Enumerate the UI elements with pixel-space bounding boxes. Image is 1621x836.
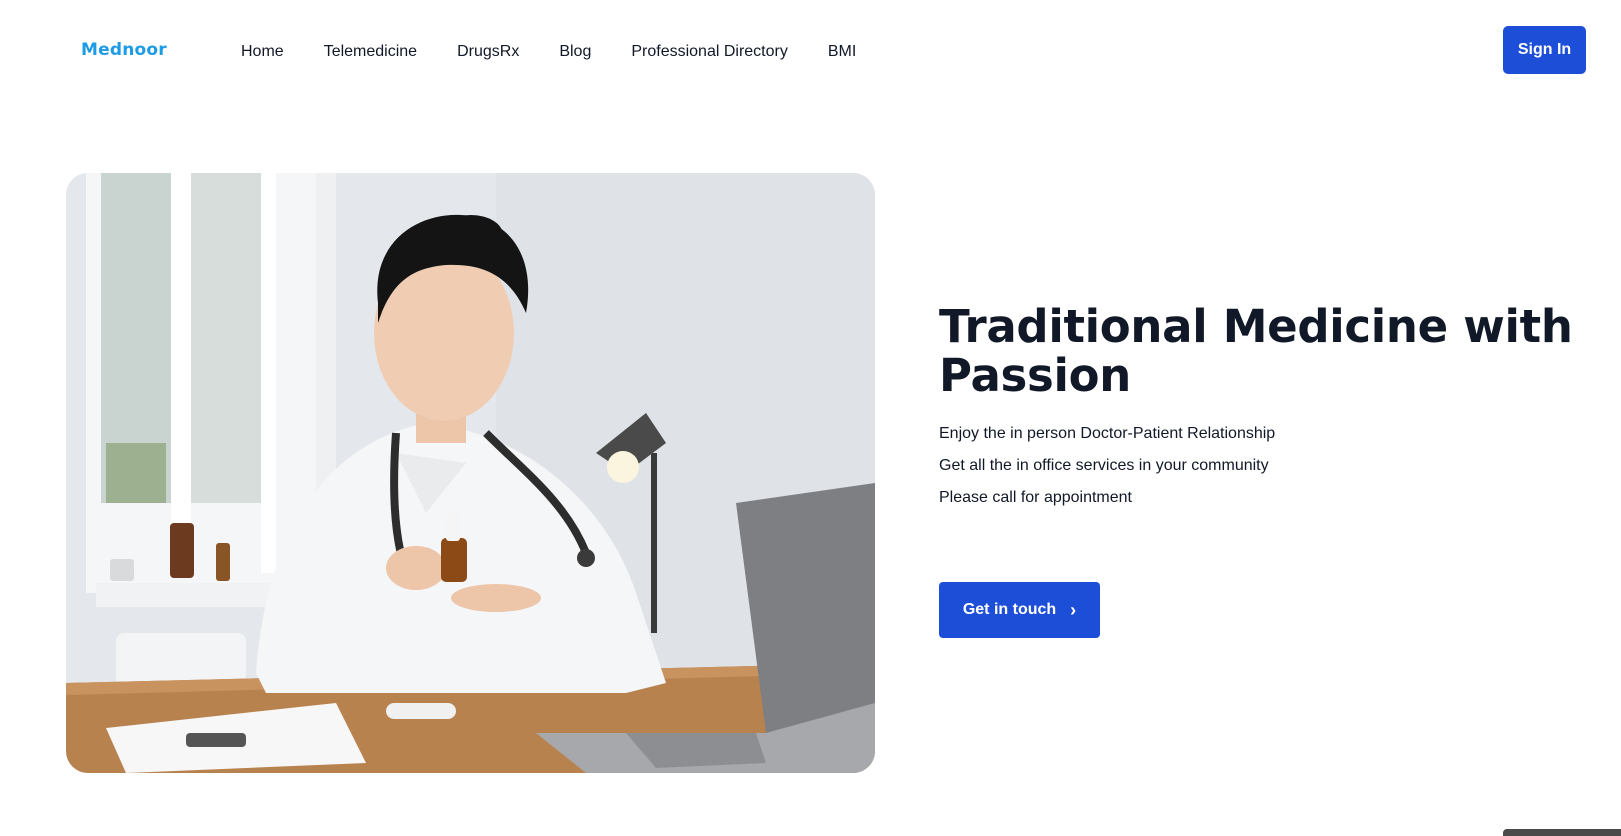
nav-professional-directory[interactable]: Professional Directory <box>631 43 788 61</box>
corner-widget-edge <box>1503 829 1621 836</box>
nav-telemedicine[interactable]: Telemedicine <box>324 43 417 61</box>
sign-in-button[interactable]: Sign In <box>1503 26 1586 74</box>
get-in-touch-label: Get in touch <box>962 601 1057 618</box>
get-in-touch-button[interactable]: Get in touch › <box>939 582 1100 638</box>
hero-image <box>66 173 875 773</box>
site-header: Mednoor Home Telemedicine DrugsRx Blog P… <box>0 0 1621 100</box>
hero-line: Enjoy the in person Doctor-Patient Relat… <box>939 425 1276 442</box>
nav-blog[interactable]: Blog <box>559 43 591 61</box>
nav-bmi[interactable]: BMI <box>828 43 856 61</box>
main-nav: Home Telemedicine DrugsRx Blog Professio… <box>241 43 856 61</box>
logo[interactable]: Mednoor <box>81 40 167 60</box>
hero-title: Traditional Medicine with Passion <box>939 300 1573 402</box>
nav-drugsrx[interactable]: DrugsRx <box>457 43 519 61</box>
hero-line: Please call for appointment <box>939 489 1132 506</box>
chevron-right-icon: › <box>1070 600 1077 620</box>
nav-home[interactable]: Home <box>241 43 284 61</box>
hero-line: Get all the in office services in your c… <box>939 457 1269 474</box>
hero-description: Enjoy the in person Doctor-Patient Relat… <box>939 423 1275 519</box>
doctor-photo-illustration <box>66 173 875 773</box>
